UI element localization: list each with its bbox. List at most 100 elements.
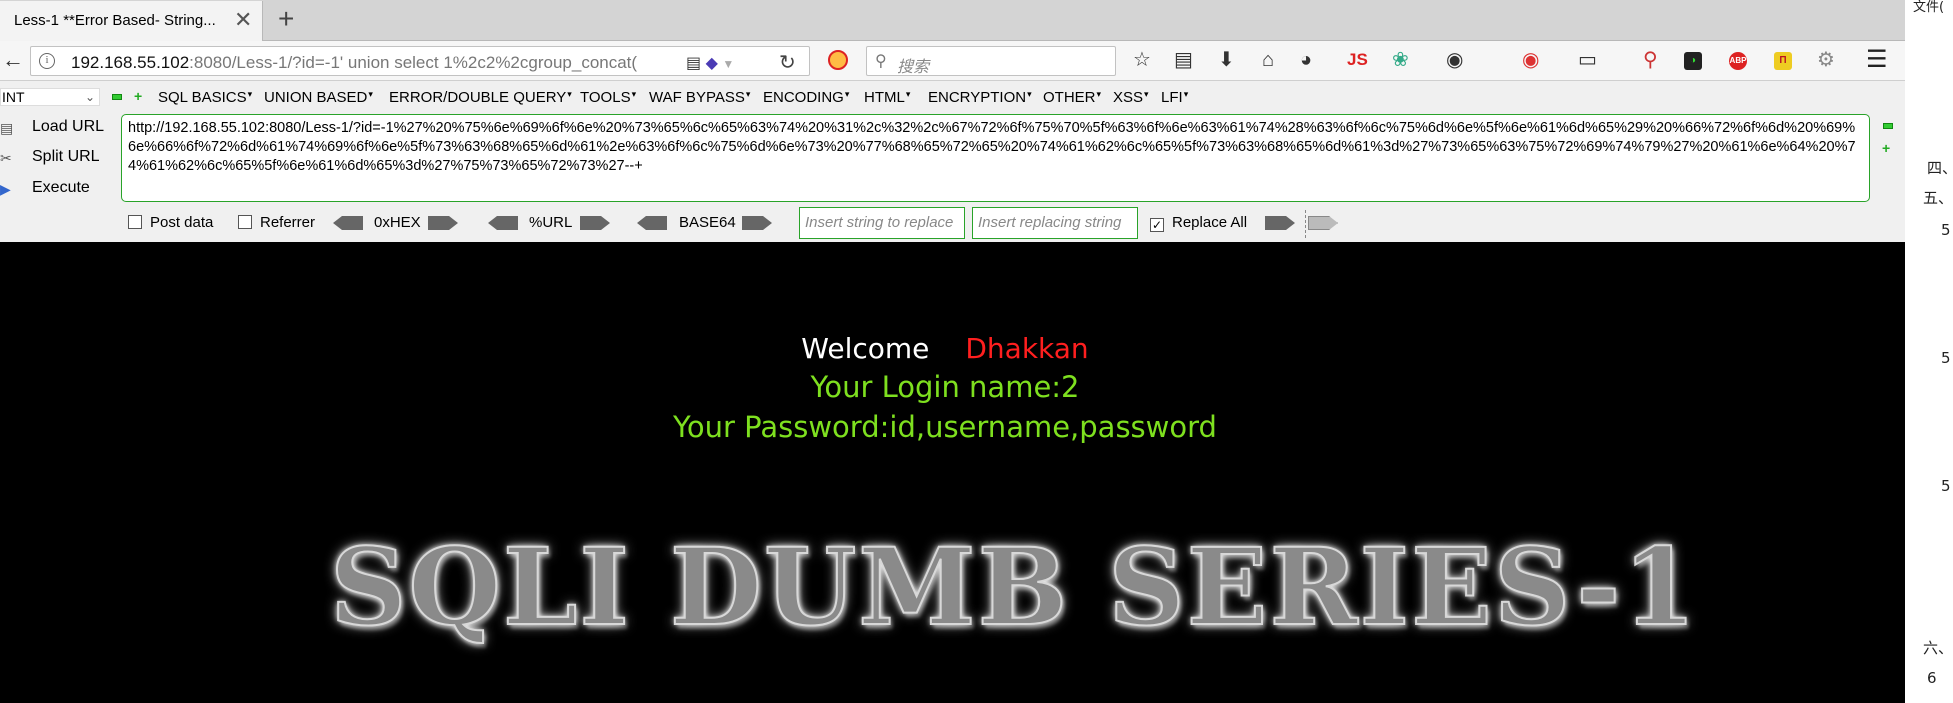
pane-text-8: 6 — [1927, 669, 1937, 687]
find-string-input[interactable]: Insert string to replace — [799, 207, 965, 239]
address-text[interactable]: 192.168.55.102:8080/Less-1/?id=-1' union… — [71, 53, 637, 73]
menu-union-based[interactable]: UNION BASED — [264, 89, 373, 106]
replace-all-label: Replace All — [1172, 214, 1248, 231]
replace-all-toggle[interactable]: ✓ Replace All — [1150, 214, 1247, 232]
noscript-extension-icon[interactable] — [828, 50, 848, 70]
search-icon: ⚲ — [875, 53, 887, 70]
back-arrow-icon[interactable]: ← — [2, 49, 24, 71]
post-data-label: Post data — [150, 214, 214, 231]
pane-text-4: 5 — [1941, 221, 1951, 239]
download-icon[interactable]: ⬇ — [1218, 49, 1235, 71]
execute-icon: ▶ — [0, 181, 11, 197]
referrer-label: Referrer — [260, 214, 316, 231]
load-url-button[interactable]: ▤ Load URL — [0, 118, 104, 136]
url-encoding-label: %URL — [529, 214, 573, 231]
referrer-toggle[interactable]: Referrer — [238, 214, 315, 231]
search-placeholder: 搜索 — [897, 59, 930, 76]
menu-tools[interactable]: TOOLS — [580, 89, 636, 106]
tab-bar: Less-1 **Error Based- String... ✕ + — [0, 0, 1905, 41]
menu-html[interactable]: HTML — [864, 89, 910, 106]
post-data-checkbox[interactable] — [128, 215, 142, 229]
navigation-bar: ← i 192.168.55.102:8080/Less-1/?id=-1' u… — [0, 41, 1905, 81]
page-content: Welcome Dhakkan Your Login name:2 Your Pa… — [0, 242, 1905, 703]
adjacent-document-pane: 文件( 四、 五、 5 5 5 六、 6 — [1905, 0, 1953, 703]
network-extension-icon[interactable]: ❀ — [1392, 49, 1409, 71]
close-tab-icon[interactable]: ✕ — [234, 9, 252, 31]
url-decode-arrow-icon[interactable] — [488, 216, 518, 230]
firebug-icon[interactable]: ◉ — [1522, 49, 1539, 71]
page-actions-icon[interactable]: ▭ — [1578, 49, 1597, 71]
reload-icon[interactable]: ↻ — [779, 50, 796, 75]
split-url-label: Split URL — [32, 148, 100, 165]
menu-sql-basics[interactable]: SQL BASICS — [158, 89, 252, 106]
split-url-button[interactable]: ✂ Split URL — [0, 148, 100, 166]
type-select-value: INT — [2, 89, 25, 105]
pane-text-5: 5 — [1941, 349, 1951, 367]
reader-icons[interactable]: ▤ ◆ ▼ — [686, 53, 734, 73]
adblock-icon[interactable]: ABP — [1729, 52, 1747, 70]
collapse-minus-icon[interactable] — [112, 94, 122, 100]
welcome-name: Dhakkan — [965, 332, 1089, 365]
home-icon[interactable]: ⌂ — [1262, 49, 1274, 71]
split-url-icon: ✂ — [0, 150, 12, 166]
welcome-text: Welcome — [801, 332, 930, 365]
menu-hamburger-icon[interactable]: ☰ — [1866, 48, 1888, 72]
load-url-label: Load URL — [32, 118, 105, 135]
new-tab-icon[interactable]: + — [278, 4, 294, 34]
login-name-text: Your Login name:2 — [810, 370, 1080, 404]
referrer-checkbox[interactable] — [238, 215, 252, 229]
search-box[interactable]: ⚲ 搜索 — [866, 46, 1116, 76]
menu-encoding[interactable]: ENCODING — [763, 89, 849, 106]
url-host: 192.168.55.102 — [71, 53, 190, 72]
expand-plus-icon[interactable]: + — [134, 89, 146, 103]
hex-encode-arrow-icon[interactable] — [428, 216, 458, 230]
settings-gear-icon[interactable]: ⚙ — [1817, 49, 1835, 71]
replace-next-arrow-icon[interactable] — [1308, 216, 1338, 230]
menu-xss[interactable]: XSS — [1113, 89, 1149, 106]
zoom-search-icon[interactable]: ⚲ — [1643, 49, 1658, 71]
hex-label: 0xHEX — [374, 214, 421, 231]
address-bar[interactable]: i 192.168.55.102:8080/Less-1/?id=-1' uni… — [30, 46, 810, 76]
menu-error-double-query[interactable]: ERROR/DOUBLE QUERY — [389, 89, 572, 106]
password-text: Your Password:id,username,password — [673, 410, 1217, 444]
url-textarea[interactable]: http://192.168.55.102:8080/Less-1/?id=-1… — [121, 114, 1870, 202]
post-data-toggle[interactable]: Post data — [128, 214, 213, 231]
js-extension-icon[interactable]: JS — [1347, 49, 1368, 71]
welcome-line: Welcome Dhakkan — [0, 332, 1890, 365]
replace-string-input[interactable]: Insert replacing string — [972, 207, 1138, 239]
bookmark-star-icon[interactable]: ☆ — [1133, 49, 1151, 71]
sqli-banner-logo: SQLI DUMB SERIES-1 — [329, 524, 1699, 649]
browser-window: Less-1 **Error Based- String... ✕ + ← i … — [0, 0, 1905, 703]
palette-icon[interactable]: ◉ — [1446, 49, 1463, 71]
pane-text-1: 文件( — [1913, 0, 1945, 15]
menu-waf-bypass[interactable]: WAF BYPASS — [649, 89, 750, 106]
shield-icon[interactable]: ◑ — [1684, 52, 1702, 70]
info-icon[interactable]: i — [39, 53, 55, 69]
base64-encode-arrow-icon[interactable] — [742, 216, 772, 230]
replace-all-checkbox[interactable]: ✓ — [1150, 218, 1164, 232]
base64-label: BASE64 — [679, 214, 736, 231]
grow-plus-icon[interactable]: + — [1882, 140, 1890, 156]
globe-icon[interactable]: ◕ — [1300, 49, 1312, 71]
base64-decode-arrow-icon[interactable] — [637, 216, 667, 230]
menu-other[interactable]: OTHER — [1043, 89, 1101, 106]
menu-encryption[interactable]: ENCRYPTION — [928, 89, 1032, 106]
menu-lfi[interactable]: LFI — [1161, 89, 1188, 106]
replace-arrow-icon[interactable] — [1265, 216, 1295, 230]
execute-label: Execute — [32, 179, 90, 196]
hex-decode-arrow-icon[interactable] — [333, 216, 363, 230]
reading-list-icon[interactable]: ▤ — [1174, 49, 1193, 71]
hackbar-panel: INT ⌄ + SQL BASICS UNION BASED ERROR/DOUB… — [0, 82, 1905, 242]
chevron-down-icon: ⌄ — [84, 90, 95, 104]
extension-n-icon[interactable]: Π — [1774, 52, 1792, 70]
load-url-icon: ▤ — [0, 120, 14, 136]
url-encode-arrow-icon[interactable] — [580, 216, 610, 230]
tab-active[interactable]: Less-1 **Error Based- String... ✕ — [0, 1, 263, 41]
pane-text-2: 四、 — [1927, 159, 1953, 177]
pane-text-3: 五、 — [1923, 189, 1953, 207]
execute-button[interactable]: ▶ Execute — [0, 179, 90, 197]
url-path: :8080/Less-1/?id=-1' union select 1%2c2%… — [189, 53, 638, 72]
tab-title: Less-1 **Error Based- String... — [14, 12, 216, 29]
shrink-minus-icon[interactable] — [1883, 123, 1893, 129]
type-select[interactable]: INT ⌄ — [0, 88, 100, 106]
